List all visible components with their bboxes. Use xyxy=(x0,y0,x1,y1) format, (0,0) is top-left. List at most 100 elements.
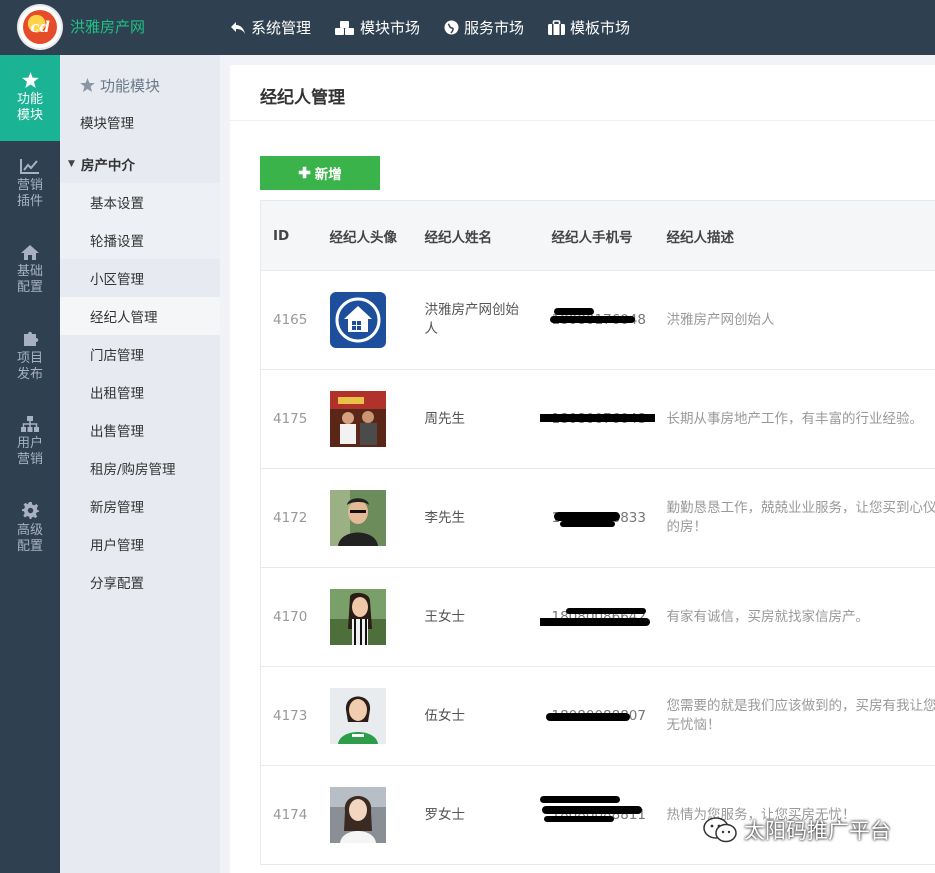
sidebar-basic-config[interactable]: 基础 配置 xyxy=(0,227,60,313)
subnav-item-community-management[interactable]: 小区管理 xyxy=(60,259,220,297)
main-panel: 经纪人管理 ✚ 新增 ID 经纪人头像 经纪人姓名 经纪人手机号 经纪人描述 4… xyxy=(230,65,935,873)
wechat-icon xyxy=(703,817,737,843)
subnav-title: 功能模块 xyxy=(60,55,220,115)
home-icon xyxy=(21,244,39,260)
cell-id: 4175 xyxy=(260,369,318,469)
agent-photo-avatar[interactable] xyxy=(329,787,386,843)
redaction-mark xyxy=(545,713,630,721)
nav-template-market[interactable]: 模板市场 xyxy=(548,17,630,38)
redaction-mark xyxy=(565,608,646,614)
cell-id: 4172 xyxy=(260,468,318,568)
cell-name: 李先生 xyxy=(412,468,540,568)
primary-sidebar: 功能 模块 营销 插件 基础 配置 项目 发布 用户 营销 高级 配置 xyxy=(0,55,60,873)
sidebar-label-2: 配置 xyxy=(16,279,43,295)
subnav-module-management[interactable]: 模块管理 xyxy=(60,107,220,137)
redaction-mark xyxy=(539,796,620,803)
watermark-text: 太阳码推广平台 xyxy=(744,819,891,843)
secondary-sidebar: 功能模块 模块管理 ▼ 房产中介 基本设置 轮播设置 小区管理 经纪人管理 门店… xyxy=(60,55,220,873)
redaction-mark xyxy=(559,521,615,527)
cell-id: 4173 xyxy=(260,666,318,766)
site-name[interactable]: 洪雅房产网 xyxy=(70,16,145,37)
sidebar-label-2: 插件 xyxy=(16,194,43,209)
subnav-item-rent-buy-management[interactable]: 租房/购房管理 xyxy=(60,449,220,487)
logo-mark: cd xyxy=(23,10,57,44)
subnav-item-new-house-management[interactable]: 新房管理 xyxy=(60,487,220,525)
cell-avatar xyxy=(317,270,413,370)
sidebar-label-2: 模块 xyxy=(16,108,43,123)
subnav-group-real-estate[interactable]: ▼ 房产中介 xyxy=(60,145,220,183)
subnav-item-agent-management[interactable]: 经纪人管理 xyxy=(60,297,220,335)
cell-description: 有家有诚信，买房就找家信房产。 xyxy=(654,567,935,667)
sidebar-label-1: 营销 xyxy=(16,178,43,193)
redaction-mark xyxy=(539,618,650,626)
cell-description: 长期从事房地产工作，有丰富的行业经验。 xyxy=(654,369,935,469)
cell-name: 罗女士 xyxy=(412,765,540,865)
cell-description: 勤勤恳恳工作，兢兢业业服务，让您买到心仪的房！ xyxy=(654,468,935,568)
cell-phone: 18080088811 xyxy=(539,765,655,865)
subnav-item-sale-management[interactable]: 出售管理 xyxy=(60,411,220,449)
table-row[interactable]: 4165 洪雅房产网创始人 18080176048 洪雅房产网创始人 xyxy=(260,270,935,370)
cell-description: 洪雅房产网创始人 xyxy=(654,270,935,370)
cell-id: 4170 xyxy=(260,567,318,667)
nav-module-market[interactable]: 模块市场 xyxy=(335,17,420,38)
house-logo-avatar[interactable] xyxy=(329,292,386,348)
nav-system-management[interactable]: 系统管理 xyxy=(230,17,311,38)
column-header-phone[interactable]: 经纪人手机号 xyxy=(539,200,655,271)
column-header-name[interactable]: 经纪人姓名 xyxy=(412,200,540,271)
agent-photo-avatar[interactable] xyxy=(329,391,386,447)
sitemap-icon xyxy=(21,416,39,432)
table-row[interactable]: 4173 伍女士 18080088807 您需要的就是我们应该做到的，买房有我让… xyxy=(260,666,935,766)
briefcase-icon xyxy=(548,20,566,35)
agent-photo-avatar[interactable] xyxy=(329,688,386,744)
globe-icon xyxy=(444,20,459,35)
nav-label: 模块市场 xyxy=(360,19,421,37)
sidebar-label-1: 项目 xyxy=(16,350,43,366)
cell-avatar xyxy=(317,765,413,865)
cell-name: 周先生 xyxy=(412,369,540,469)
subnav-item-carousel-settings[interactable]: 轮播设置 xyxy=(60,221,220,259)
cell-phone: 18080176048 xyxy=(539,270,655,370)
top-nav: 系统管理 模块市场 服务市场 模板市场 xyxy=(230,0,654,55)
top-bar: cd 洪雅房产网 系统管理 模块市场 服务市场 模板市场 xyxy=(0,0,935,55)
agent-photo-avatar[interactable] xyxy=(329,589,386,645)
sidebar-advanced-config[interactable]: 高级 配置 xyxy=(0,485,60,571)
subnav-title-text: 功能模块 xyxy=(100,76,161,95)
sidebar-user-marketing[interactable]: 用户 营销 xyxy=(0,399,60,485)
sidebar-label-1: 用户 xyxy=(16,436,43,451)
sidebar-project-publish[interactable]: 项目 发布 xyxy=(0,313,60,399)
agent-table: ID 经纪人头像 经纪人姓名 经纪人手机号 经纪人描述 4165 洪雅房产网创始… xyxy=(260,200,935,865)
cell-id: 4174 xyxy=(260,765,318,865)
table-row[interactable]: 4170 王女士 18080086642 有家有诚信，买房就找家信房产。 xyxy=(260,567,935,667)
add-button-label: 新增 xyxy=(314,167,342,182)
cell-avatar xyxy=(317,666,413,766)
column-header-avatar[interactable]: 经纪人头像 xyxy=(317,200,413,271)
cell-phone: 18080076048 xyxy=(539,369,655,469)
add-agent-button[interactable]: ✚ 新增 xyxy=(260,156,380,190)
table-row[interactable]: 4172 李先生 18080088833 勤勤恳恳工作，兢兢业业服务，让您买到心… xyxy=(260,468,935,568)
subnav-item-user-management[interactable]: 用户管理 xyxy=(60,525,220,563)
sidebar-label-2: 营销 xyxy=(16,452,43,467)
nav-service-market[interactable]: 服务市场 xyxy=(444,17,524,38)
subnav-item-rental-management[interactable]: 出租管理 xyxy=(60,373,220,411)
table-row[interactable]: 4175 周先生 18080076048 长期从事房地产工作，有丰富的行业经验。 xyxy=(260,369,935,469)
column-header-description[interactable]: 经纪人描述 xyxy=(654,200,935,271)
column-header-id[interactable]: ID xyxy=(260,200,318,271)
puzzle-icon xyxy=(23,331,38,346)
cell-name: 洪雅房产网创始人 xyxy=(412,270,540,370)
line-chart-icon xyxy=(20,159,39,174)
cell-id: 4165 xyxy=(260,270,318,370)
site-logo[interactable]: cd xyxy=(19,6,61,48)
cell-name: 王女士 xyxy=(412,567,540,667)
sidebar-marketing-plugins[interactable]: 营销 插件 xyxy=(0,141,60,227)
subnav-item-share-config[interactable]: 分享配置 xyxy=(60,563,220,601)
agent-photo-avatar[interactable] xyxy=(329,490,386,546)
nav-label: 服务市场 xyxy=(464,19,525,37)
redaction-mark xyxy=(549,316,635,323)
star-icon xyxy=(21,72,39,88)
subnav-item-store-management[interactable]: 门店管理 xyxy=(60,335,220,373)
subnav-item-basic-settings[interactable]: 基本设置 xyxy=(60,183,220,221)
redaction-mark xyxy=(543,816,614,822)
sidebar-function-modules[interactable]: 功能 模块 xyxy=(0,55,60,141)
cubes-icon xyxy=(335,20,355,35)
nav-label: 系统管理 xyxy=(251,19,312,37)
